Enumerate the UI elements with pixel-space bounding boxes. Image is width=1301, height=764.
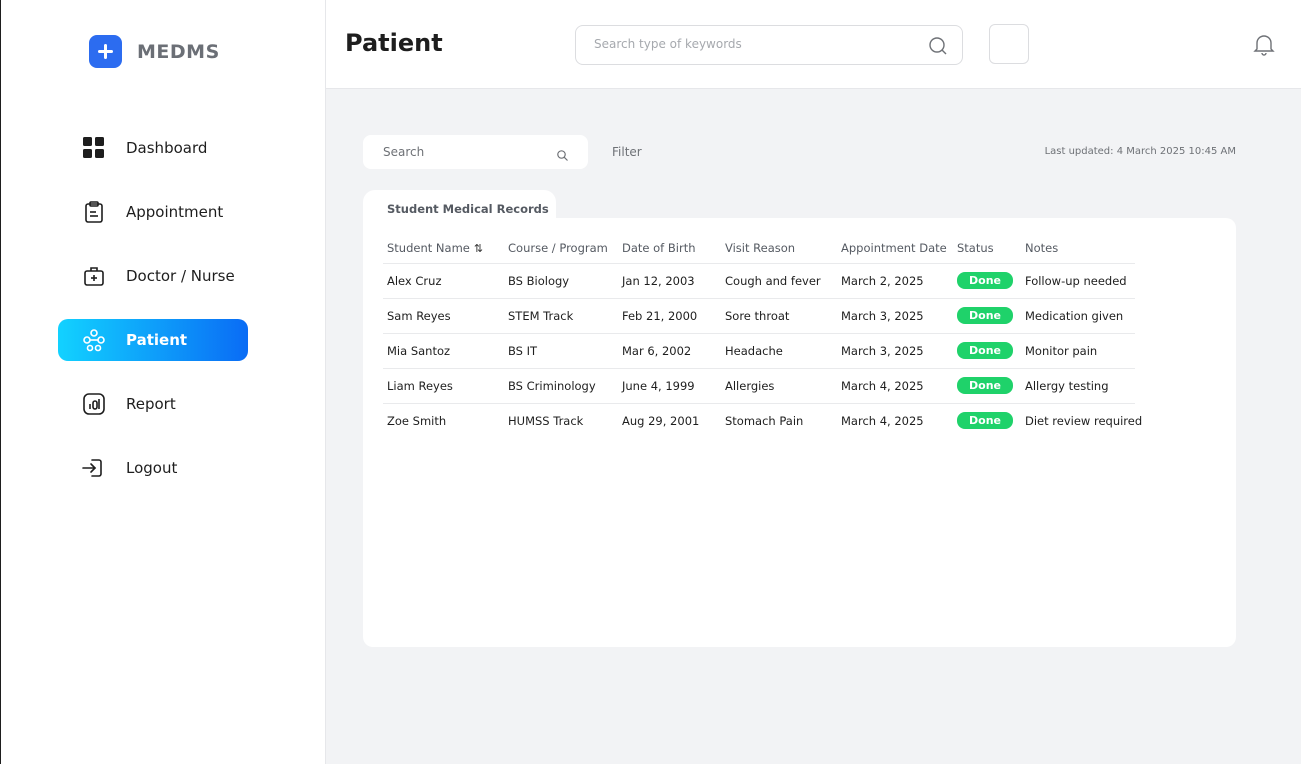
dob-cell: June 4, 1999 <box>618 368 721 404</box>
student-name-cell: Alex Cruz <box>383 263 504 299</box>
visit-reason-cell: Sore throat <box>721 298 837 334</box>
filter-button[interactable]: Filter <box>612 145 642 159</box>
status-cell: Done <box>953 333 1021 369</box>
dob-cell: Aug 29, 2001 <box>622 413 700 428</box>
course-cell: HUMSS Track <box>508 413 584 428</box>
search-icon[interactable] <box>929 37 947 59</box>
profile-button[interactable] <box>989 24 1029 64</box>
sidebar: MEDMS Dashboard Appointment Doctor / Nur… <box>0 0 326 764</box>
records-search[interactable] <box>363 135 588 169</box>
records-search-input[interactable] <box>383 145 543 159</box>
course-cell: STEM Track <box>504 298 618 334</box>
top-bar: Patient <box>326 0 1301 89</box>
visit-reason-cell: Stomach Pain <box>725 413 804 428</box>
table-row[interactable]: Mia Santoz BS IT Mar 6, 2002 Headache Ma… <box>383 333 1135 369</box>
search-icon[interactable] <box>557 146 568 165</box>
notes-cell: Monitor pain <box>1021 333 1135 369</box>
appointment-date-cell: March 2, 2025 <box>837 263 953 299</box>
last-updated-text: Last updated: 4 March 2025 10:45 AM <box>1044 146 1236 157</box>
logout-icon <box>82 457 106 479</box>
status-cell: Done <box>953 263 1021 299</box>
dob-cell: Mar 6, 2002 <box>618 333 721 369</box>
sidebar-item-label: Logout <box>126 459 178 477</box>
student-name-cell: Sam Reyes <box>383 298 504 334</box>
clipboard-icon <box>82 201 106 223</box>
bell-icon[interactable] <box>1252 32 1276 61</box>
records-table: Student Name ⇅ Course / Program Date of B… <box>383 234 1143 438</box>
plus-logo-icon <box>89 35 122 68</box>
visit-reason-cell: Allergies <box>721 368 837 404</box>
column-header-course: Course / Program <box>504 234 618 264</box>
sidebar-item-dashboard[interactable]: Dashboard <box>58 127 248 169</box>
sidebar-item-label: Dashboard <box>126 139 208 157</box>
appointment-date-cell: March 4, 2025 <box>837 368 953 404</box>
status-badge: Done <box>957 307 1013 324</box>
page-title: Patient <box>345 29 443 57</box>
sidebar-item-label: Report <box>126 395 176 413</box>
table-row[interactable]: Liam Reyes BS Criminology June 4, 1999 A… <box>383 368 1135 404</box>
table-row[interactable]: Sam Reyes STEM Track Feb 21, 2000 Sore t… <box>383 298 1135 334</box>
sidebar-item-label: Doctor / Nurse <box>126 267 235 285</box>
dob-cell: Feb 21, 2000 <box>618 298 721 334</box>
status-badge: Done <box>957 342 1013 359</box>
notes-cell: Medication given <box>1021 298 1135 334</box>
patient-icon <box>82 329 106 352</box>
sidebar-item-report[interactable]: Report <box>58 383 248 425</box>
sort-icon[interactable]: ⇅ <box>474 242 483 255</box>
status-badge: Done <box>957 412 1013 430</box>
appointment-date-cell: March 3, 2025 <box>837 298 953 334</box>
status-cell: Done <box>953 403 1021 438</box>
column-header-notes: Notes <box>1021 234 1135 264</box>
course-cell: BS Criminology <box>504 368 618 404</box>
status-cell: Done <box>953 368 1021 404</box>
sidebar-item-patient[interactable]: Patient <box>58 319 248 361</box>
appointment-date-cell: March 3, 2025 <box>837 333 953 369</box>
column-header-appointment-date: Appointment Date <box>837 234 953 264</box>
student-name-cell: Zoe Smith <box>387 413 447 428</box>
table-row[interactable]: Zoe Smith HUMSS Track Aug 29, 2001 Stoma… <box>383 403 1143 438</box>
visit-reason-cell: Headache <box>721 333 837 369</box>
records-card: Student Name ⇅ Course / Program Date of B… <box>363 218 1236 647</box>
app-logo[interactable]: MEDMS <box>89 35 220 68</box>
notes-cell: Allergy testing <box>1021 368 1135 404</box>
status-badge: Done <box>957 272 1013 289</box>
notes-cell: Follow-up needed <box>1021 263 1135 299</box>
status-badge: Done <box>957 377 1013 394</box>
appointment-date-cell: March 4, 2025 <box>841 413 924 428</box>
report-chart-icon <box>82 393 106 415</box>
grid-icon <box>82 137 106 159</box>
sidebar-item-appointment[interactable]: Appointment <box>58 191 248 233</box>
global-search-input[interactable] <box>594 37 914 51</box>
student-name-cell: Mia Santoz <box>383 333 504 369</box>
visit-reason-cell: Cough and fever <box>721 263 837 299</box>
sidebar-item-doctor-nurse[interactable]: Doctor / Nurse <box>58 255 248 297</box>
table-row[interactable]: Alex Cruz BS Biology Jan 12, 2003 Cough … <box>383 263 1135 299</box>
table-header-row: Student Name ⇅ Course / Program Date of B… <box>383 234 1135 264</box>
tab-label: Student Medical Records <box>387 202 549 216</box>
sidebar-item-logout[interactable]: Logout <box>58 447 248 489</box>
status-cell: Done <box>953 298 1021 334</box>
dob-cell: Jan 12, 2003 <box>618 263 721 299</box>
column-header-date-of-birth: Date of Birth <box>618 234 721 264</box>
column-header-status: Status <box>953 234 1021 264</box>
column-header-student-name[interactable]: Student Name ⇅ <box>383 234 504 264</box>
course-cell: BS IT <box>504 333 618 369</box>
course-cell: BS Biology <box>504 263 618 299</box>
sidebar-item-label: Patient <box>126 331 188 349</box>
column-header-visit-reason: Visit Reason <box>721 234 837 264</box>
notes-cell: Diet review required <box>1025 413 1143 428</box>
app-name: MEDMS <box>137 40 220 63</box>
global-search[interactable] <box>575 25 963 65</box>
medical-kit-icon <box>82 265 106 287</box>
sidebar-item-label: Appointment <box>126 203 224 221</box>
student-name-cell: Liam Reyes <box>383 368 504 404</box>
